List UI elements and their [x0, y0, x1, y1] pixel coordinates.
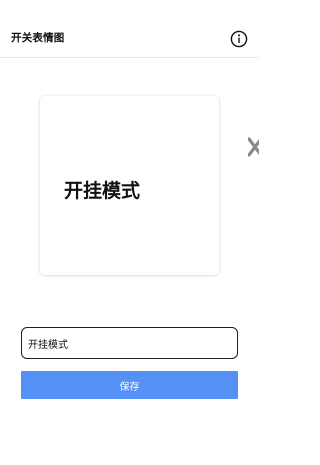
close-x-icon[interactable] — [248, 134, 259, 160]
preview-text: 开挂模式 — [64, 180, 141, 202]
info-button[interactable] — [228, 28, 250, 50]
emoji-preview-card: 开挂模式 — [40, 96, 219, 275]
emoji-text-input[interactable] — [21, 327, 238, 359]
info-circle-icon — [230, 30, 248, 48]
page-title: 开关表情图 — [11, 32, 65, 44]
save-button[interactable]: 保存 — [21, 371, 238, 399]
app-root: 开关表情图 开挂模式 保存 — [0, 0, 259, 465]
top-bar: 开关表情图 — [0, 0, 259, 58]
